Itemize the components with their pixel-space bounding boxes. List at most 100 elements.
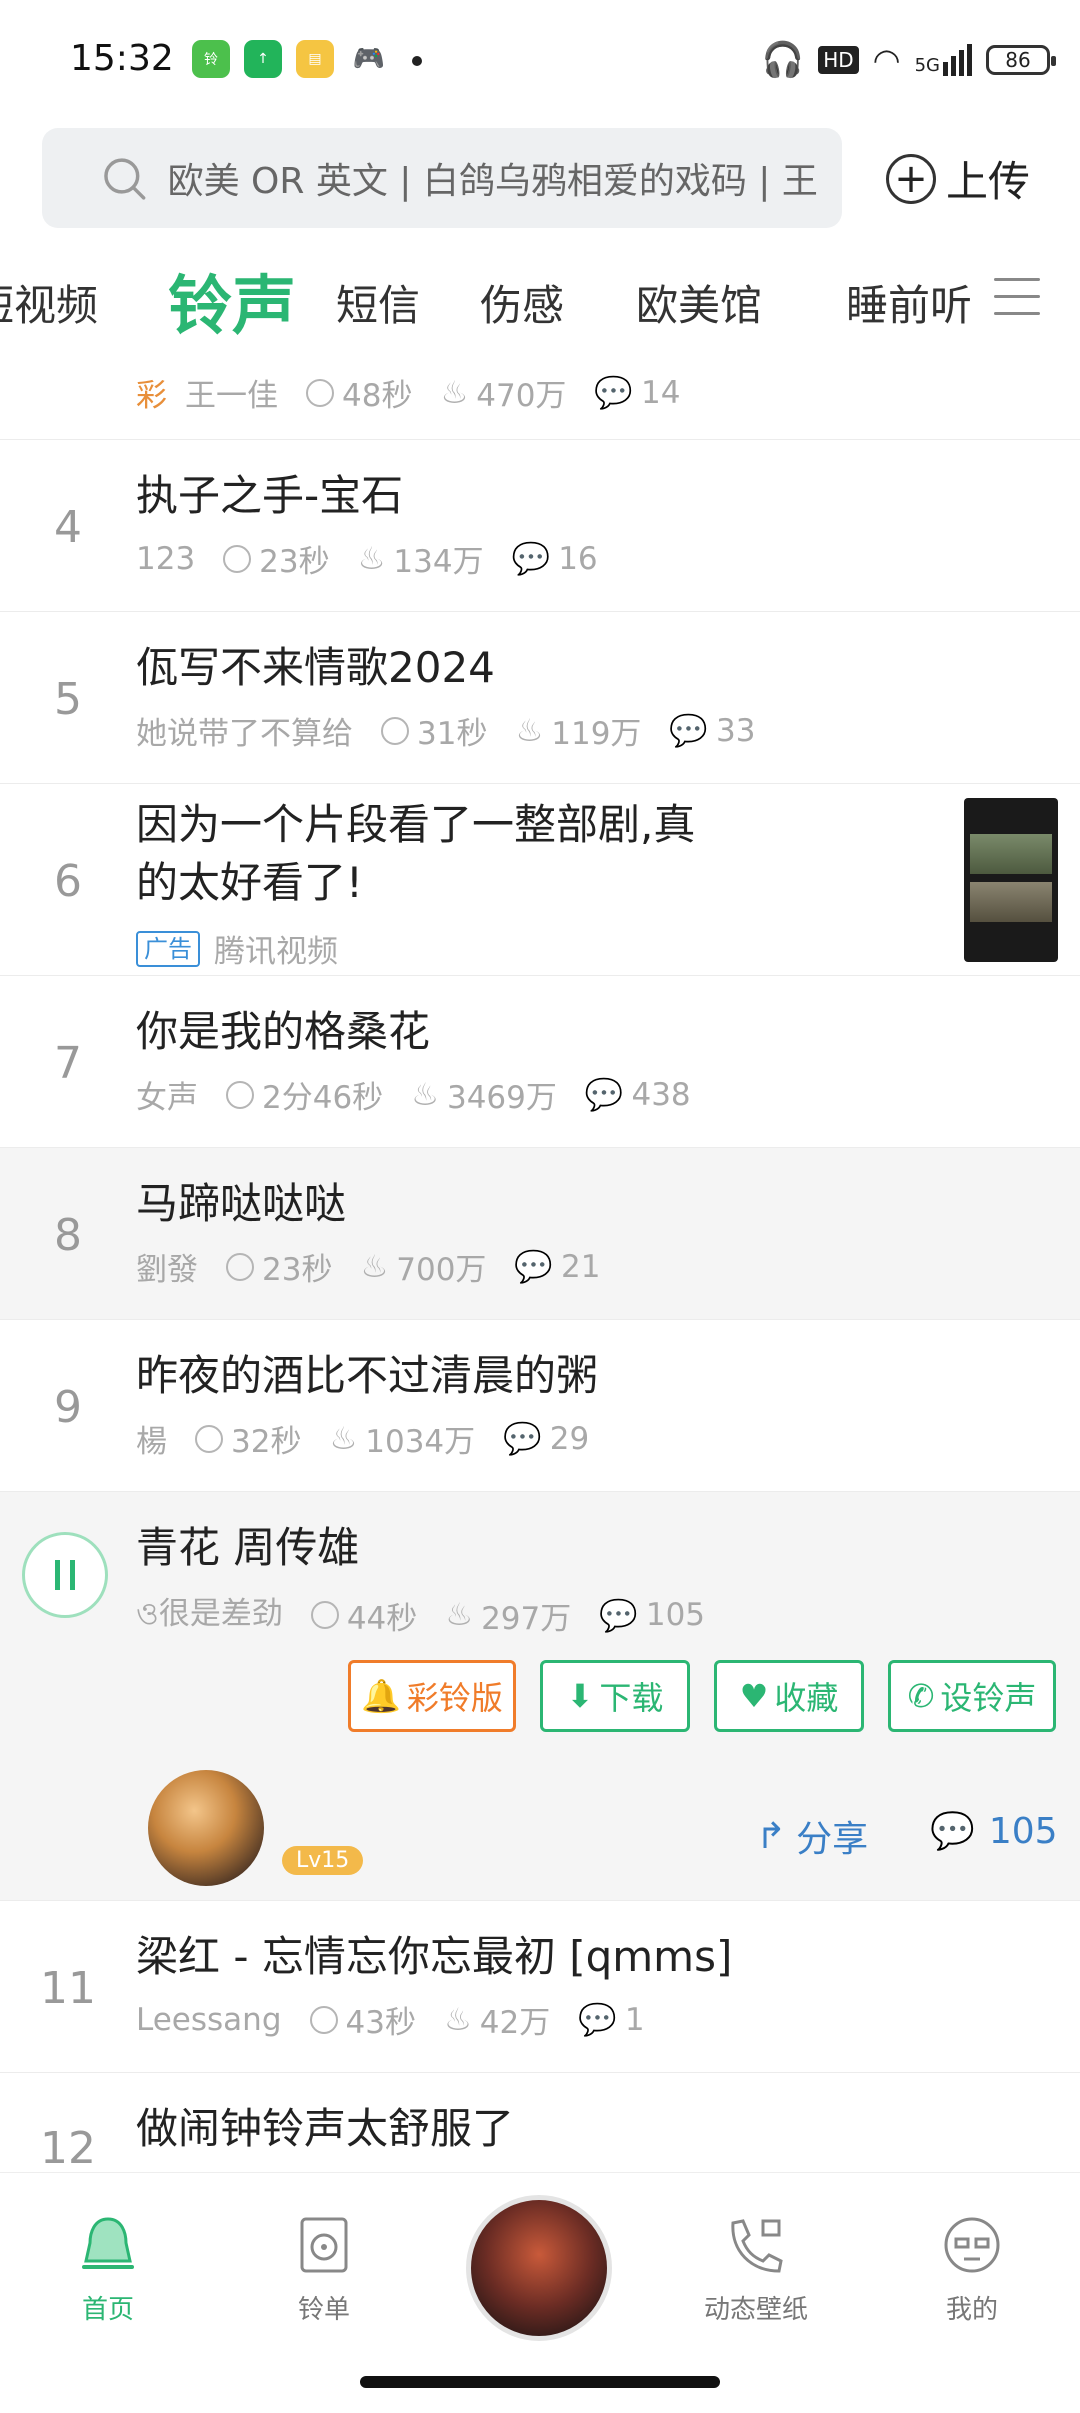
clock-icon [306,378,334,407]
item-artist: 123 [136,540,196,577]
ad-title-line2: 的太好看了! [136,858,363,907]
item-title: 青花 周传雄 [136,1523,360,1572]
nav-home[interactable]: 首页 [48,2213,168,2326]
nav-profile[interactable]: 我的 [912,2213,1032,2326]
flame-icon: ♨ [357,540,386,577]
nav-label: 动态壁纸 [703,2295,808,2325]
ad-thumbnail[interactable] [964,798,1058,962]
avatar[interactable] [148,1770,264,1886]
item-comments: 105 [645,1597,706,1633]
comment-icon: 💬 [514,1249,554,1285]
item-duration: 48秒 [342,378,413,414]
item-comments: 21 [561,1248,601,1285]
headphone-icon: 🎧 [761,40,805,80]
pause-button[interactable] [22,1532,108,1618]
heart-icon: ♥ [739,1677,769,1715]
set-ringtone-button[interactable]: ✆ 设铃声 [888,1660,1056,1732]
ad-tag: 广告 [136,930,200,967]
search-icon [104,158,146,200]
color-ring-label: 彩铃版 [406,1679,503,1717]
comment-icon: 💬 [584,1077,624,1113]
item-meta: 123 23秒 ♨ 134万 💬 16 [136,536,626,581]
item-duration: 2分46秒 [262,1080,384,1116]
download-label: 下载 [599,1679,664,1717]
item-title: 你是我的格桑花 [136,1007,431,1056]
status-right: 🎧 HD ◠ 5G 86 [761,36,1056,84]
list-item[interactable]: 7 你是我的格桑花 女声 2分46秒 ♨ 3469万 💬 438 [0,976,1080,1148]
comment-icon: 💬 [594,375,634,411]
clock-icon [310,1601,339,1629]
ad-title-line1: 因为一个片段看了一整部剧,真 [136,800,696,849]
color-ring-button[interactable]: 🔔 彩铃版 [348,1660,516,1732]
ad-item[interactable]: 6 因为一个片段看了一整部剧,真 的太好看了! 广告 腾讯视频 [0,784,1080,976]
item-plays: 3469万 [446,1080,557,1116]
item-comments: 29 [549,1420,590,1457]
search-bar[interactable]: 欧美 OR 英文 | 白鸽乌鸦相爱的戏码 | 王 [42,128,842,228]
playing-item[interactable]: 青花 周传雄 ও很是差劲 44秒 ♨ 297万 💬 105 🔔 彩铃版 ⬇ 下载 ♥… [0,1492,1080,1901]
item-meta: 她说带了不算给 31秒 ♨ 119万 💬 33 [136,708,783,753]
item-duration: 23秒 [259,544,330,580]
item-duration: 43秒 [345,2005,416,2041]
now-playing-disc[interactable] [466,2195,612,2341]
plus-circle-icon: + [886,153,936,204]
nav-playlist[interactable]: 铃单 [264,2213,384,2326]
category-tabs: 短视频 铃声 短信 伤感 欧美馆 睡前听 [0,250,1080,360]
flame-icon: ♨ [329,1420,358,1457]
bell-home-icon [82,2217,134,2269]
item-title: 做闹钟铃声太舒服了 [136,2104,515,2153]
ringtone-app-icon: 铃 [192,40,230,78]
item-title: 执子之手-宝石 [136,471,404,520]
item-rank: 9 [54,1382,82,1433]
list-item[interactable]: 9 昨夜的酒比不过清晨的粥 楊 32秒 ♨ 1034万 💬 29 [0,1320,1080,1492]
level-badge: Lv15 [282,1846,364,1875]
list-item[interactable]: 4 执子之手-宝石 123 23秒 ♨ 134万 💬 16 [0,440,1080,612]
flame-icon: ♨ [443,2001,472,2038]
comment-icon: 💬 [578,2002,617,2038]
item-plays: 700万 [396,1252,487,1288]
home-indicator[interactable] [360,2376,720,2388]
item-meta: 女声 2分46秒 ♨ 3469万 💬 438 [136,1072,719,1117]
flame-icon: ♨ [411,1076,439,1113]
tab-short-video[interactable]: 短视频 [0,272,98,333]
color-ring-mark: 彩 [136,378,167,414]
clock-icon [195,1424,223,1453]
item-comments: 1 [624,2001,645,2038]
upload-button[interactable]: + 上传 [886,148,1030,209]
list-item[interactable]: 8 马蹄哒哒哒 劉發 23秒 ♨ 700万 💬 21 [0,1148,1080,1320]
comment-icon: 💬 [503,1421,542,1457]
item-duration: 32秒 [231,1424,302,1460]
clock-icon [223,544,252,573]
item-comments: 438 [631,1076,691,1113]
item-duration: 31秒 [417,716,488,752]
list-item[interactable]: 5 佤写不来情歌2024 她说带了不算给 31秒 ♨ 119万 💬 33 [0,612,1080,784]
upload-label: 上传 [946,157,1031,206]
list-item[interactable]: 彩 王一佳 48秒 ♨ 470万 💬 14 [0,362,1080,440]
ringtone-list: 彩 王一佳 48秒 ♨ 470万 💬 14 4 执子之手-宝石 123 23秒 ♨ 1… [0,362,1080,2245]
item-rank: 4 [54,502,82,553]
item-title: 马蹄哒哒哒 [136,1179,347,1228]
item-artist: 王一佳 [185,378,278,414]
nav-live-wallpaper[interactable]: 动态壁纸 [696,2213,816,2326]
tab-ringtone[interactable]: 铃声 [168,255,296,347]
share-button[interactable]: ↱ 分享 [756,1810,868,1862]
comment-button[interactable]: 💬 105 [930,1810,1058,1853]
download-button[interactable]: ⬇ 下载 [540,1660,690,1732]
favorite-label: 收藏 [774,1679,839,1717]
tab-bedtime[interactable]: 睡前听 [846,272,972,333]
download-icon: ⬇ [566,1677,594,1715]
tab-sad[interactable]: 伤感 [480,272,564,333]
tab-western[interactable]: 欧美馆 [636,272,762,333]
share-icon: ↱ [756,1815,787,1857]
item-plays: 42万 [479,2005,551,2041]
item-title: 昨夜的酒比不过清晨的粥 [136,1351,599,1400]
item-artist: 女声 [136,1080,198,1116]
item-plays: 297万 [481,1600,572,1637]
tab-sms[interactable]: 短信 [336,272,420,333]
item-plays: 119万 [551,716,642,752]
nav-label: 我的 [945,2295,998,2325]
battery-icon: 86 [986,45,1056,75]
list-item[interactable]: 11 梁红 - 忘情忘你忘最初 [qmms] Leessang 43秒 ♨ 42万… [0,1901,1080,2073]
menu-icon[interactable] [994,278,1040,324]
favorite-button[interactable]: ♥ 收藏 [714,1660,864,1732]
item-meta: ও很是差劲 44秒 ♨ 297万 💬 105 [136,1588,733,1642]
